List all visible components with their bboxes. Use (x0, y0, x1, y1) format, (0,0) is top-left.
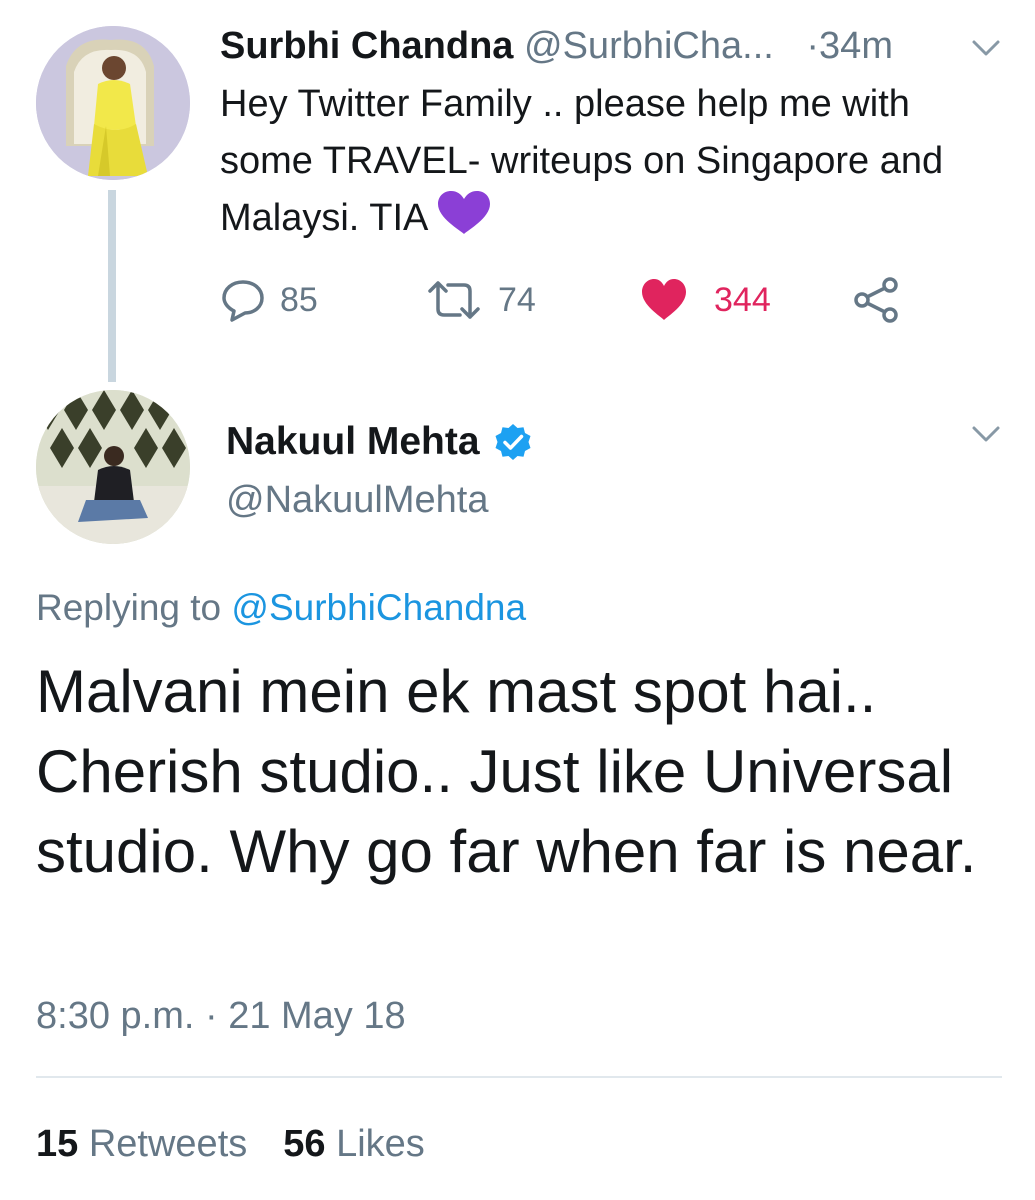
reply-icon (222, 280, 264, 322)
like-action[interactable]: 344 (640, 272, 771, 328)
replying-to-line: Replying to @SurbhiChandna (36, 584, 526, 632)
tweet-timestamp[interactable]: 8:30 p.m. · 21 May 18 (36, 990, 406, 1042)
reply-tweet-text: Malvani mein ek mast spot hai.. Cherish … (36, 658, 977, 885)
replying-to-mention[interactable]: @SurbhiChandna (231, 587, 526, 628)
share-action[interactable] (852, 272, 900, 328)
retweet-count: 74 (498, 280, 536, 319)
retweets-label: Retweets (88, 1123, 248, 1165)
tweet-text-content: Hey Twitter Family .. please help me wit… (220, 83, 944, 239)
likes-count: 56 (283, 1123, 326, 1165)
tweet-stats: 15 Retweets 56 Likes (36, 1118, 425, 1170)
purple-heart-emoji-icon (436, 190, 492, 253)
tweet-header: Surbhi Chandna @SurbhiCha... ·34m (220, 22, 893, 70)
retweet-icon (428, 281, 480, 319)
replying-to-label: Replying to (36, 587, 222, 628)
avatar-photo (36, 390, 190, 544)
heart-icon (642, 279, 686, 320)
like-count: 344 (714, 280, 771, 319)
retweets-count: 15 (36, 1123, 79, 1165)
chevron-down-icon[interactable] (970, 38, 1002, 58)
likes-label: Likes (336, 1123, 425, 1165)
thread-connector-line (108, 190, 116, 382)
avatar[interactable] (36, 390, 190, 544)
reply-author[interactable]: Nakuul Mehta (226, 418, 532, 466)
avatar[interactable] (36, 26, 190, 180)
tweet-text: Hey Twitter Family .. please help me wit… (220, 76, 1010, 253)
likes-stat[interactable]: 56 Likes (283, 1123, 425, 1165)
verified-badge-icon (495, 424, 531, 460)
avatar-photo (36, 26, 190, 180)
divider (36, 1076, 1002, 1078)
author-name[interactable]: Surbhi Chandna (220, 25, 513, 67)
author-name[interactable]: Nakuul Mehta (226, 418, 480, 466)
reply-action[interactable]: 85 (220, 272, 318, 328)
retweet-action[interactable]: 74 (424, 272, 536, 328)
author-handle[interactable]: @NakuulMehta (226, 476, 488, 524)
retweets-stat[interactable]: 15 Retweets (36, 1123, 247, 1165)
author-handle[interactable]: @SurbhiCha... (524, 25, 774, 67)
chevron-down-icon[interactable] (970, 424, 1002, 444)
share-icon (854, 277, 898, 323)
tweet-time[interactable]: 34m (819, 25, 893, 67)
separator-dot: · (806, 25, 820, 67)
reply-count: 85 (280, 280, 318, 319)
